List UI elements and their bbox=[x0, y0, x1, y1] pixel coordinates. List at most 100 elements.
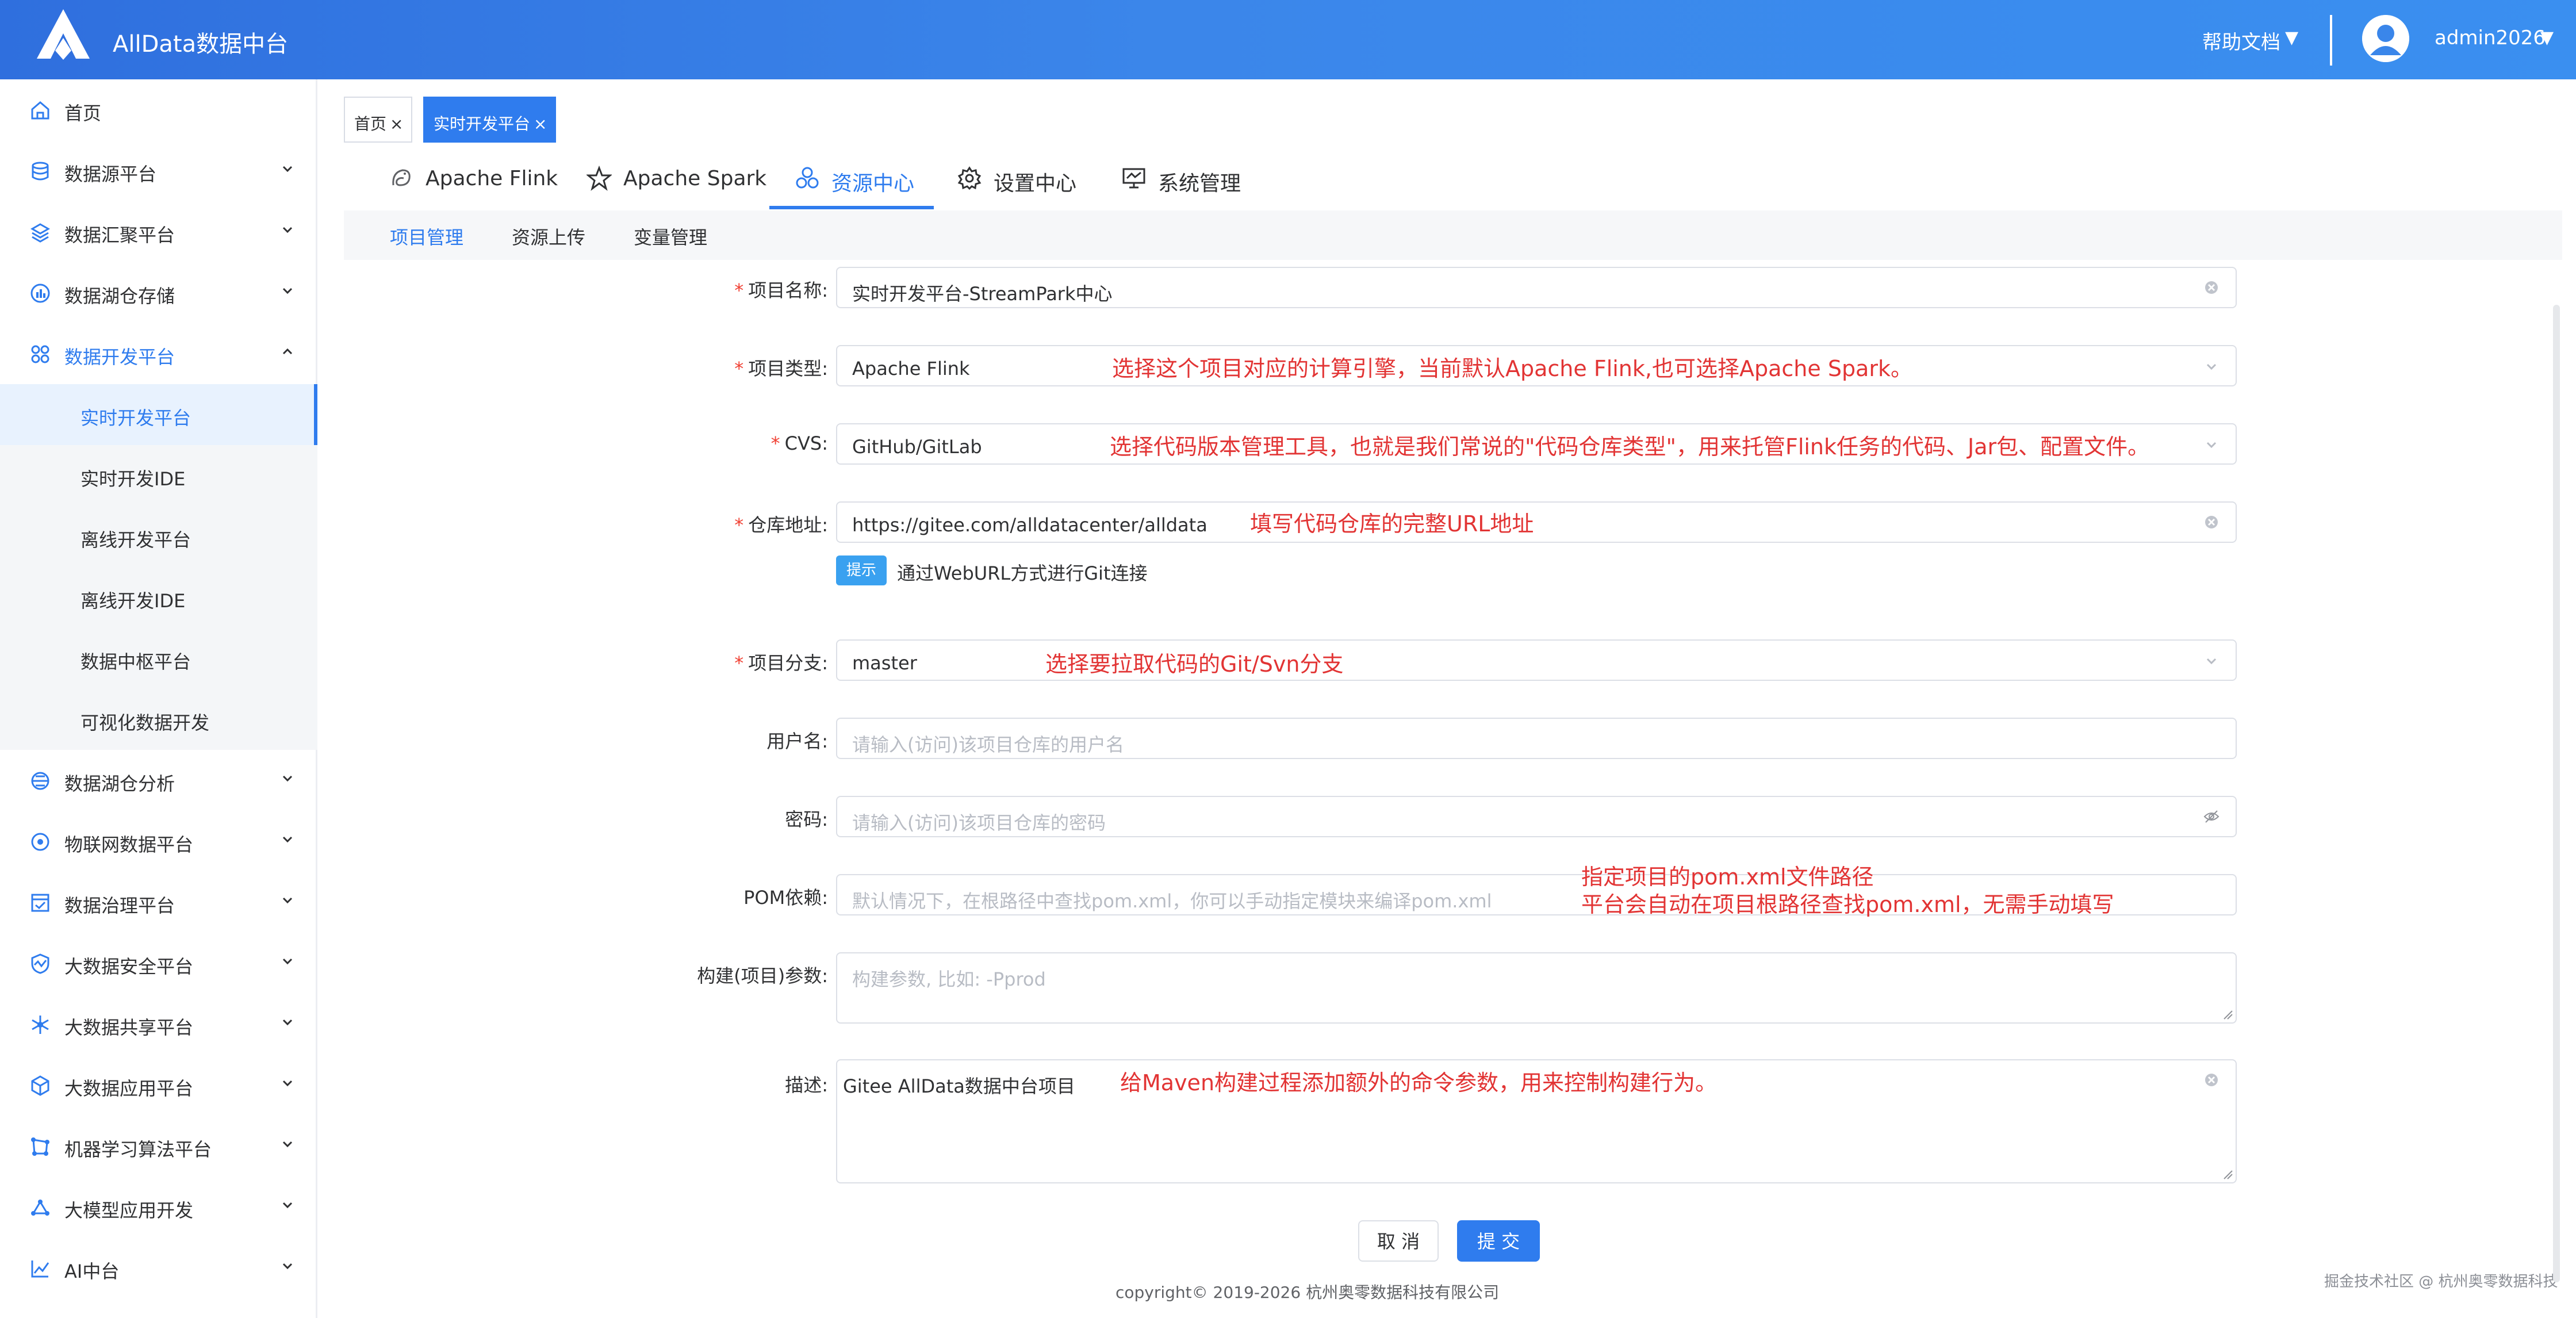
password-input[interactable]: 请输入(访问)该项目仓库的密码 bbox=[836, 796, 2237, 837]
project-name-value: 实时开发平台-StreamPark中心 bbox=[852, 283, 1113, 305]
help-docs-link[interactable]: 帮助文档 bbox=[2202, 26, 2280, 55]
project-type-label: * 项目类型: bbox=[734, 358, 828, 380]
pom-placeholder: 默认情况下，在根路径中查找pom.xml，你可以手动指定模块来编译pom.xml bbox=[852, 890, 1492, 912]
sidebar-item-security[interactable]: 大数据安全平台 bbox=[0, 933, 317, 994]
avatar[interactable] bbox=[2362, 15, 2409, 62]
sidebar-subitem-realtime-ide[interactable]: 实时开发IDE bbox=[0, 445, 317, 506]
cvs-label: * CVS: bbox=[770, 432, 828, 454]
chevron-down-icon bbox=[282, 1202, 293, 1209]
sidebar-item-datasource[interactable]: 数据源平台 bbox=[0, 140, 317, 201]
subnav-project-management[interactable]: 项目管理 bbox=[390, 223, 463, 250]
database-icon bbox=[32, 162, 49, 181]
sidebar-item-ml[interactable]: 机器学习算法平台 bbox=[0, 1116, 317, 1177]
resource-icon bbox=[796, 167, 819, 189]
annotation-repo-url: 填写代码仓库的完整URL地址 bbox=[1250, 511, 1534, 537]
close-icon[interactable]: × bbox=[390, 114, 403, 133]
project-name-input[interactable]: 实时开发平台-StreamPark中心 bbox=[836, 267, 2237, 308]
active-tab-indicator bbox=[769, 206, 934, 209]
tab-apache-flink[interactable]: Apache Flink bbox=[389, 162, 561, 210]
sidebar-item-iot[interactable]: 物联网数据平台 bbox=[0, 811, 317, 872]
monitor-icon bbox=[1122, 168, 1145, 189]
chart-icon bbox=[30, 283, 50, 303]
sidebar-item-governance[interactable]: 数据治理平台 bbox=[0, 872, 317, 933]
resize-handle-icon[interactable] bbox=[2222, 1009, 2233, 1020]
sidebar-item-label: 首页 bbox=[64, 102, 102, 124]
sidebar-subitem-label: 离线开发IDE bbox=[80, 590, 186, 612]
sidebar-item-home[interactable]: 首页 bbox=[0, 79, 317, 140]
sidebar-item-application[interactable]: 大数据应用平台 bbox=[0, 1055, 317, 1116]
eye-off-icon[interactable] bbox=[2203, 809, 2220, 825]
sidebar-item-label: AI中台 bbox=[64, 1260, 120, 1282]
sidebar-subitem-offline-platform[interactable]: 离线开发平台 bbox=[0, 506, 317, 567]
username-label: 用户名: bbox=[766, 730, 828, 752]
cancel-button[interactable]: 取 消 bbox=[1358, 1220, 1439, 1262]
page-scrollbar[interactable] bbox=[2553, 305, 2560, 1282]
sidebar-subitem-label: 实时开发IDE bbox=[80, 468, 186, 490]
analysis-icon bbox=[31, 772, 49, 790]
pom-label: POM依赖: bbox=[743, 887, 828, 909]
caret-down-icon[interactable]: ▼ bbox=[2540, 28, 2554, 48]
sidebar-subitem-realtime-platform[interactable]: 实时开发平台 bbox=[0, 384, 317, 445]
tab-settings[interactable]: 设置中心 bbox=[957, 162, 1095, 210]
apps-icon bbox=[31, 345, 49, 363]
sidebar-item-label: 数据汇聚平台 bbox=[64, 224, 175, 246]
ml-icon bbox=[31, 1137, 49, 1156]
clear-icon[interactable] bbox=[2203, 514, 2220, 530]
annotation-pom-line2: 平台会自动在项目根路径查找pom.xml，无需手动填写 bbox=[1581, 892, 2114, 917]
sidebar-subitem-data-hub[interactable]: 数据中枢平台 bbox=[0, 628, 317, 689]
sidebar: 首页 数据源平台 数据汇聚平台 数据湖仓存储 数据开发平台 实时开发平台 实时开… bbox=[0, 79, 317, 1318]
chevron-down-icon bbox=[282, 897, 293, 904]
sidebar-subitem-label: 数据中枢平台 bbox=[80, 651, 191, 673]
subnav-resource-upload[interactable]: 资源上传 bbox=[512, 223, 585, 250]
username-label[interactable]: admin2026 bbox=[2435, 26, 2546, 49]
cube-icon bbox=[31, 1075, 49, 1096]
repo-url-label: * 仓库地址: bbox=[734, 514, 828, 536]
sidebar-item-label: 大模型应用开发 bbox=[64, 1200, 194, 1221]
repo-url-input[interactable]: https://gitee.com/alldatacenter/alldata bbox=[836, 501, 2237, 543]
tab-label: Apache Flink bbox=[425, 167, 558, 190]
sidebar-item-label: 大数据应用平台 bbox=[64, 1078, 194, 1099]
ai-icon bbox=[31, 1260, 49, 1278]
annotation-branch: 选择要拉取代码的Git/Svn分支 bbox=[1045, 652, 1344, 677]
clear-icon[interactable] bbox=[2203, 1072, 2220, 1088]
sidebar-item-data-development[interactable]: 数据开发平台 bbox=[0, 323, 317, 384]
sidebar-item-lakehouse-analysis[interactable]: 数据湖仓分析 bbox=[0, 750, 317, 811]
tag-realtime-platform[interactable]: 实时开发平台 × bbox=[423, 97, 557, 143]
sidebar-item-aggregation[interactable]: 数据汇聚平台 bbox=[0, 201, 317, 262]
password-label: 密码: bbox=[785, 809, 828, 830]
clear-icon[interactable] bbox=[2203, 279, 2220, 296]
password-placeholder: 请输入(访问)该项目仓库的密码 bbox=[852, 812, 1106, 834]
resize-handle-icon[interactable] bbox=[2222, 1168, 2233, 1180]
username-input[interactable]: 请输入(访问)该项目仓库的用户名 bbox=[836, 718, 2237, 759]
sidebar-item-llm[interactable]: 大模型应用开发 bbox=[0, 1177, 317, 1237]
sidebar-item-sharing[interactable]: 大数据共享平台 bbox=[0, 994, 317, 1055]
sidebar-subitem-visual-dev[interactable]: 可视化数据开发 bbox=[0, 689, 317, 750]
close-icon[interactable]: × bbox=[534, 114, 547, 133]
sidebar-item-lakehouse-storage[interactable]: 数据湖仓存储 bbox=[0, 262, 317, 323]
chevron-down-icon bbox=[282, 288, 293, 294]
iot-icon bbox=[31, 833, 49, 851]
annotation-cvs: 选择代码版本管理工具，也就是我们常说的"代码仓库类型"，用来托管Flink任务的… bbox=[1110, 434, 2150, 459]
sidebar-item-label: 数据开发平台 bbox=[64, 346, 175, 368]
cvs-value: GitHub/GitLab bbox=[852, 436, 982, 458]
home-icon bbox=[31, 101, 49, 120]
chevron-down-icon bbox=[2206, 363, 2217, 370]
sidebar-subitem-offline-ide[interactable]: 离线开发IDE bbox=[0, 567, 317, 628]
tab-apache-spark[interactable]: Apache Spark bbox=[586, 162, 766, 210]
governance-icon bbox=[31, 894, 49, 912]
caret-down-icon[interactable]: ▼ bbox=[2285, 28, 2298, 48]
chevron-down-icon bbox=[2206, 442, 2217, 449]
subnav-variable-management[interactable]: 变量管理 bbox=[634, 223, 707, 250]
sidebar-item-ai[interactable]: AI中台 bbox=[0, 1237, 317, 1298]
sub-navigation: 项目管理 资源上传 变量管理 bbox=[344, 210, 2562, 260]
sidebar-item-label: 机器学习算法平台 bbox=[64, 1139, 212, 1160]
tab-system-management[interactable]: 系统管理 bbox=[1121, 162, 1259, 210]
submit-button[interactable]: 提 交 bbox=[1457, 1220, 1540, 1262]
chevron-down-icon bbox=[282, 958, 293, 965]
tab-resource-center[interactable]: 资源中心 bbox=[795, 162, 933, 210]
tag-home[interactable]: 首页 × bbox=[344, 97, 413, 143]
footer-copyright: copyright© 2019-2026 杭州奥零数据科技有限公司 bbox=[1116, 1283, 1500, 1302]
layers-icon bbox=[30, 223, 51, 243]
build-params-textarea[interactable]: 构建参数, 比如: -Pprod bbox=[836, 952, 2237, 1024]
top-header: AllData数据中台 帮助文档 ▼ admin2026 ▼ bbox=[0, 0, 2576, 79]
